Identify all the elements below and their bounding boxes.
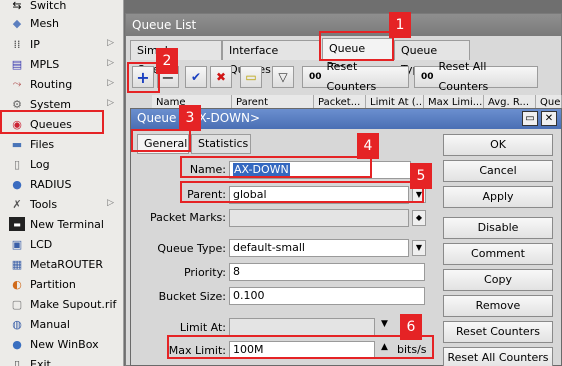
sidebar-item-new-winbox[interactable]: ● New WinBox bbox=[0, 334, 124, 354]
chevron-right-icon: ▷ bbox=[107, 58, 114, 68]
manual-icon: ◍ bbox=[12, 317, 22, 331]
reset-all-counters-button-dialog[interactable]: Reset All Counters bbox=[443, 347, 553, 366]
sidebar-menu: ⇆ Switch ◆ Mesh ⁞⁞ IP ▷ ▤ MPLS ▷ ⤳ Routing ▷ ⚙ Sy… bbox=[0, 0, 124, 366]
tools-icon: ✗ bbox=[12, 197, 22, 211]
chevron-right-icon: ▷ bbox=[107, 78, 114, 88]
exit-icon: ▯ bbox=[13, 357, 21, 366]
comment-button-dialog[interactable]: Comment bbox=[443, 243, 553, 265]
disable-button[interactable]: ✖ bbox=[210, 66, 232, 88]
mesh-icon: ◆ bbox=[12, 16, 22, 30]
annotation-badge-4: 4 bbox=[357, 133, 379, 159]
sidebar-item-new-terminal[interactable]: ▬ New Terminal bbox=[0, 214, 124, 234]
highlight-parent-field bbox=[180, 181, 424, 203]
check-icon: ✔ bbox=[190, 70, 202, 84]
remove-button-dialog[interactable]: Remove bbox=[443, 295, 553, 317]
sidebar-item-partition[interactable]: ◐ Partition bbox=[0, 274, 124, 294]
apply-button[interactable]: Apply bbox=[443, 186, 553, 208]
reset-counters-button[interactable]: 00 Reset Counters bbox=[302, 60, 409, 93]
filter-icon: ▽ bbox=[278, 70, 288, 84]
routing-icon: ⤳ bbox=[12, 77, 22, 90]
sidebar-item-mesh[interactable]: ◆ Mesh bbox=[0, 13, 124, 33]
limit-at-field[interactable] bbox=[229, 318, 375, 336]
sidebar-item-lcd[interactable]: ▣ LCD bbox=[0, 234, 124, 254]
sidebar-item-make-supout[interactable]: ▢ Make Supout.rif bbox=[0, 294, 124, 314]
sidebar-item-tools[interactable]: ✗ Tools ▷ bbox=[0, 194, 124, 214]
metarouter-icon: ▦ bbox=[11, 257, 23, 271]
disable-button-dialog[interactable]: Disable bbox=[443, 217, 553, 239]
packet-marks-add-icon[interactable]: ◆ bbox=[412, 210, 426, 226]
enable-button[interactable]: ✔ bbox=[185, 66, 207, 88]
filter-button[interactable]: ▽ bbox=[272, 66, 294, 88]
queue-list-toolbar: + − ✔ ✖ ▭ ▽ 00 Reset Counters 00 Reset All… bbox=[126, 60, 561, 93]
log-icon: ▯ bbox=[13, 157, 21, 171]
note-icon: ▭ bbox=[245, 70, 257, 84]
counter-icon: 00 bbox=[309, 72, 322, 82]
bucket-size-field[interactable]: 0.100 bbox=[229, 287, 425, 305]
reset-all-counters-button[interactable]: 00 Reset All Counters bbox=[414, 60, 538, 93]
cancel-button[interactable]: Cancel bbox=[443, 160, 553, 182]
queue-type-label: Queue Type: bbox=[157, 242, 226, 255]
highlight-queue-tree-tab bbox=[319, 31, 394, 61]
gear-icon: ⚙ bbox=[12, 97, 22, 111]
winbox-icon: ● bbox=[12, 337, 22, 351]
ip-icon: ⁞⁞ bbox=[13, 37, 21, 51]
annotation-badge-5: 5 bbox=[410, 163, 432, 189]
priority-field[interactable]: 8 bbox=[229, 263, 425, 281]
sidebar-item-manual[interactable]: ◍ Manual bbox=[0, 314, 124, 334]
sidebar-item-ip[interactable]: ⁞⁞ IP ▷ bbox=[0, 34, 124, 54]
switch-icon: ⇆ bbox=[12, 0, 22, 12]
sidebar-item-radius[interactable]: ● RADIUS bbox=[0, 174, 124, 194]
limit-at-label: Limit At: bbox=[179, 321, 226, 334]
chevron-right-icon: ▷ bbox=[107, 38, 114, 48]
chevron-right-icon: ▷ bbox=[107, 98, 114, 108]
cross-icon: ✖ bbox=[215, 70, 227, 84]
lcd-icon: ▣ bbox=[11, 237, 23, 251]
highlight-queues bbox=[0, 110, 104, 134]
supout-icon: ▢ bbox=[11, 297, 23, 311]
sidebar-item-log[interactable]: ▯ Log bbox=[0, 154, 124, 174]
queue-type-dropdown-icon[interactable]: ▼ bbox=[412, 240, 426, 256]
annotation-badge-3: 3 bbox=[179, 105, 201, 131]
mpls-icon: ▤ bbox=[11, 57, 23, 71]
annotation-badge-2: 2 bbox=[156, 48, 178, 74]
files-icon: ▬ bbox=[11, 137, 23, 151]
sidebar-item-files[interactable]: ▬ Files bbox=[0, 134, 124, 154]
close-icon[interactable]: ✕ bbox=[541, 111, 557, 126]
copy-button[interactable]: Copy bbox=[443, 269, 553, 291]
queue-type-select[interactable]: default-small bbox=[229, 239, 409, 257]
tab-statistics[interactable]: Statistics bbox=[191, 134, 251, 154]
highlight-max-limit-field bbox=[167, 335, 434, 359]
restore-window-icon[interactable]: ▭ bbox=[522, 111, 538, 126]
sidebar-item-metarouter[interactable]: ▦ MetaROUTER bbox=[0, 254, 124, 274]
packet-marks-label: Packet Marks: bbox=[149, 211, 226, 224]
chevron-right-icon: ▷ bbox=[107, 198, 114, 208]
counter-icon: 00 bbox=[421, 72, 434, 82]
packet-marks-field[interactable] bbox=[229, 209, 409, 227]
limit-at-dropdown-icon[interactable]: ▼ bbox=[381, 319, 388, 329]
sidebar-item-mpls[interactable]: ▤ MPLS ▷ bbox=[0, 54, 124, 74]
bucket-size-label: Bucket Size: bbox=[158, 290, 226, 303]
priority-label: Priority: bbox=[183, 266, 226, 279]
highlight-general-tab bbox=[131, 129, 191, 152]
radius-icon: ● bbox=[12, 177, 22, 191]
sidebar-item-routing[interactable]: ⤳ Routing ▷ bbox=[0, 74, 124, 94]
annotation-badge-1: 1 bbox=[389, 12, 411, 38]
highlight-name-field bbox=[180, 156, 372, 178]
reset-counters-button-dialog[interactable]: Reset Counters bbox=[443, 321, 553, 343]
annotation-badge-6: 6 bbox=[400, 314, 422, 340]
terminal-icon: ▬ bbox=[9, 217, 25, 231]
tab-interface-queues[interactable]: Interface Queues bbox=[222, 40, 320, 76]
sidebar-item-exit[interactable]: ▯ Exit bbox=[0, 354, 124, 366]
partition-icon: ◐ bbox=[12, 277, 22, 291]
comment-button[interactable]: ▭ bbox=[240, 66, 262, 88]
ok-button[interactable]: OK bbox=[443, 134, 553, 156]
